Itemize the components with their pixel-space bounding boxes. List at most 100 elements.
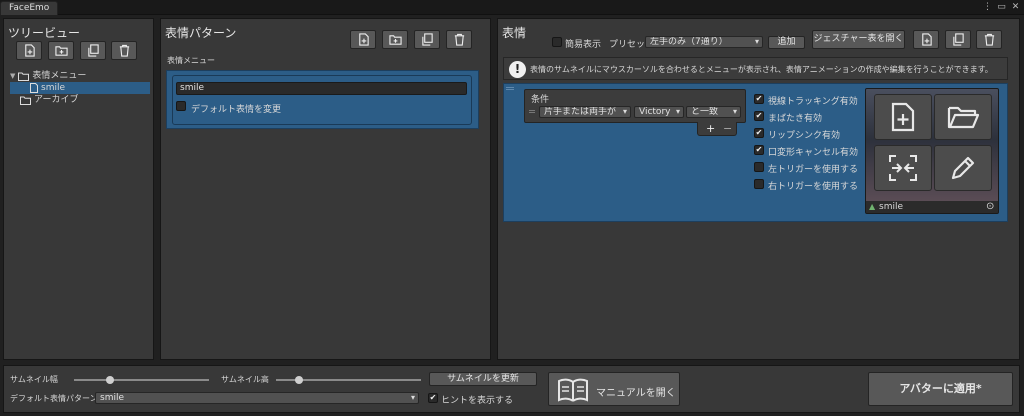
- condition-add-remove: + −: [697, 122, 737, 136]
- lip-sync-checkbox[interactable]: ✔: [754, 128, 764, 138]
- trash-icon: [119, 44, 129, 57]
- pattern-menu-label: 表情メニュー: [167, 56, 215, 65]
- pattern-frame: smile デフォルト表情を変更: [166, 70, 479, 129]
- new-animation-button[interactable]: [874, 94, 932, 140]
- combine-button[interactable]: [874, 145, 932, 191]
- right-trigger-label: 右トリガーを使用する: [768, 182, 859, 192]
- more-options-icon[interactable]: ⋮: [983, 1, 992, 14]
- copy-button[interactable]: [80, 41, 106, 60]
- hint-box: ! 表情のサムネイルにマウスカーソルを合わせるとメニューが表示され、表情アニメー…: [503, 57, 1008, 80]
- thumb-width-slider[interactable]: [74, 375, 209, 385]
- preset-dropdown[interactable]: 左手のみ（7通り）: [645, 36, 763, 48]
- add-branch-button[interactable]: [382, 30, 408, 49]
- thumb-height-slider[interactable]: [276, 375, 421, 385]
- thumbnail-clip-name: smile: [879, 202, 903, 212]
- tree-item-archive[interactable]: アーカイブ: [20, 94, 78, 106]
- eye-tracking-checkbox[interactable]: ✔: [754, 94, 764, 104]
- tree-item-label: 表情メニュー: [32, 71, 87, 81]
- new-file-icon: [891, 102, 915, 132]
- add-preset-button[interactable]: 追加: [768, 36, 805, 49]
- thumb-height-label: サムネイル高: [221, 375, 269, 384]
- tree-item-label: smile: [41, 83, 65, 93]
- delete-expression-button[interactable]: [976, 30, 1002, 49]
- add-condition-button[interactable]: +: [706, 122, 715, 135]
- right-trigger-checkbox[interactable]: [754, 179, 764, 189]
- tree-item-expression-menu[interactable]: ▼ 表情メニュー: [10, 70, 86, 82]
- left-trigger-checkbox[interactable]: [754, 162, 764, 172]
- book-icon: [558, 378, 588, 402]
- gesture-dropdown[interactable]: Victory: [634, 106, 684, 118]
- expression-thumbnail[interactable]: ▲ smile ⊙: [865, 88, 999, 214]
- info-icon: !: [509, 61, 526, 78]
- close-icon[interactable]: ✕: [1011, 1, 1020, 14]
- open-animation-button[interactable]: [934, 94, 992, 140]
- delete-pattern-button[interactable]: [446, 30, 472, 49]
- tree-item-smile[interactable]: smile: [10, 82, 150, 94]
- add-file-icon: [358, 33, 369, 46]
- open-manual-label: マニュアルを開く: [596, 388, 676, 399]
- tree-item-label: アーカイブ: [34, 95, 79, 105]
- drag-handle[interactable]: [506, 87, 514, 90]
- show-hints-checkbox[interactable]: ✔: [428, 393, 438, 403]
- tree-view-title: ツリービュー: [8, 26, 81, 40]
- pattern-name-field[interactable]: smile: [176, 82, 467, 95]
- condition-header: 条件: [531, 95, 550, 105]
- hand-dropdown[interactable]: 片手または両手が: [539, 106, 631, 118]
- hint-text: 表情のサムネイルにマウスカーソルを合わせるとメニューが表示され、表情アニメーショ…: [530, 65, 993, 74]
- folder-icon: [20, 96, 31, 105]
- combine-icon: [889, 155, 917, 181]
- folder-open-icon: [947, 106, 979, 129]
- comparison-dropdown[interactable]: と一致: [686, 106, 741, 118]
- expression-frame: 条件 片手または両手が Victory と一致 + − ✔ 視線トラッキング有効…: [503, 83, 1008, 222]
- file-icon: [30, 83, 38, 93]
- expression-title: 表情: [502, 26, 527, 40]
- default-pattern-dropdown[interactable]: smile: [95, 392, 419, 404]
- add-folder-icon: [54, 46, 68, 56]
- footer-bar: サムネイル幅 サムネイル高 サムネイルを更新 デフォルト表情パターン smile…: [3, 365, 1020, 413]
- left-trigger-label: 左トリガーを使用する: [768, 165, 859, 175]
- animation-clip-icon: ▲: [869, 202, 876, 211]
- add-pattern-button[interactable]: [350, 30, 376, 49]
- copy-icon: [952, 33, 964, 46]
- show-hints-label: ヒントを表示する: [441, 396, 514, 406]
- update-thumbnail-button[interactable]: サムネイルを更新: [429, 372, 537, 386]
- add-expression-button[interactable]: [913, 30, 939, 49]
- add-folder-button[interactable]: [48, 41, 74, 60]
- trash-icon: [984, 33, 994, 46]
- default-pattern-label: デフォルト表情パターン: [10, 394, 98, 403]
- maximize-icon[interactable]: ▭: [997, 1, 1006, 14]
- select-clip-icon[interactable]: ⊙: [986, 201, 994, 212]
- title-bar: FaceEmo ⋮ ▭ ✕: [0, 0, 1024, 15]
- mouth-morph-cancel-checkbox[interactable]: ✔: [754, 145, 764, 155]
- add-file-icon: [921, 33, 932, 46]
- condition-box: 条件 片手または両手が Victory と一致: [524, 89, 746, 123]
- blink-label: まばたき有効: [768, 114, 823, 124]
- add-file-icon: [24, 44, 35, 57]
- slider-knob[interactable]: [106, 376, 114, 384]
- slider-track: [74, 379, 209, 381]
- open-manual-button[interactable]: マニュアルを開く: [548, 372, 680, 406]
- copy-expression-button[interactable]: [945, 30, 971, 49]
- eye-tracking-label: 視線トラッキング有効: [768, 97, 858, 107]
- blink-checkbox[interactable]: ✔: [754, 111, 764, 121]
- copy-pattern-button[interactable]: [414, 30, 440, 49]
- window-tab[interactable]: FaceEmo: [0, 1, 59, 15]
- delete-button[interactable]: [111, 41, 137, 60]
- add-menu-button[interactable]: [16, 41, 42, 60]
- folder-open-icon: [18, 72, 30, 81]
- edit-animation-button[interactable]: [934, 145, 992, 191]
- tree-view-panel: ツリービュー ▼ 表情メニュー smile アーカイブ: [3, 18, 154, 360]
- condition-drag-handle[interactable]: [529, 110, 535, 113]
- simple-display-checkbox[interactable]: [552, 37, 562, 47]
- default-change-checkbox[interactable]: [176, 101, 186, 111]
- expression-pattern-title: 表情パターン: [165, 26, 237, 40]
- remove-condition-button[interactable]: −: [723, 122, 732, 135]
- open-gesture-table-button[interactable]: ジェスチャー表を開く: [812, 30, 905, 49]
- lip-sync-label: リップシンク有効: [768, 131, 841, 141]
- expand-arrow-icon[interactable]: ▼: [10, 70, 15, 82]
- copy-icon: [421, 33, 433, 46]
- add-folder-icon: [388, 35, 402, 45]
- apply-to-avatar-button[interactable]: アバターに適用*: [868, 372, 1013, 406]
- default-change-label: デフォルト表情を変更: [191, 105, 282, 115]
- slider-knob[interactable]: [295, 376, 303, 384]
